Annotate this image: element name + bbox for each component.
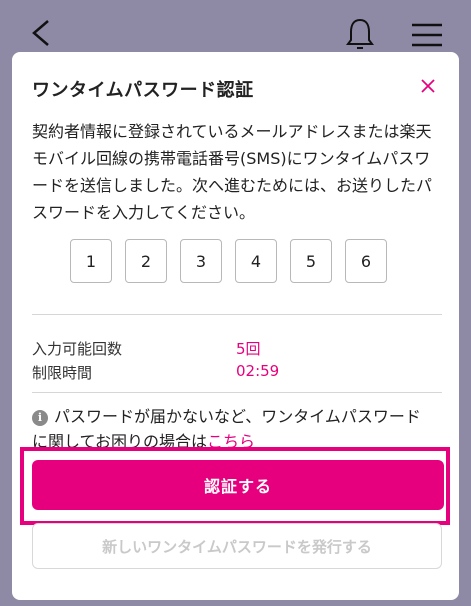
info-circle-icon: i [32,410,48,426]
otp-digit-4[interactable]: 4 [235,239,277,283]
description-line: スワードを入力してください。 [32,203,256,222]
otp-auth-modal: ワンタイムパスワード認証 契約者情報に登録されているメールアドレスまたは楽天 モ… [12,52,459,600]
close-icon[interactable] [416,74,440,98]
description-line: 契約者情報に登録されているメールアドレスまたは楽天 [32,122,432,141]
chevron-left-icon[interactable] [28,18,54,48]
notice-text: パスワードが届かないなど、ワンタイムパスワード [54,407,421,426]
hamburger-menu-icon[interactable] [410,20,444,50]
modal-title: ワンタイムパスワード認証 [32,80,254,101]
otp-digit-3[interactable]: 3 [180,239,222,283]
resend-otp-button[interactable]: 新しいワンタイムパスワードを発行する [32,523,442,569]
divider [32,314,442,315]
divider [32,392,442,393]
otp-digit-1[interactable]: 1 [70,239,112,283]
verify-button[interactable]: 認証する [32,460,444,510]
otp-digit-6[interactable]: 6 [345,239,387,283]
description: 契約者情報に登録されているメールアドレスまたは楽天 モバイル回線の携帯電話番号(… [32,118,442,226]
bell-icon[interactable] [344,16,376,52]
time-limit-value: 02:59 [236,362,280,380]
description-line: ードを送信しました。次へ進むためには、お送りしたパ [32,176,433,195]
otp-digit-2[interactable]: 2 [125,239,167,283]
time-limit-label: 制限時間 [32,364,93,382]
otp-digit-5[interactable]: 5 [290,239,332,283]
attempts-label: 入力可能回数 [32,340,123,358]
description-line: モバイル回線の携帯電話番号(SMS)にワンタイムパスワ [32,149,431,168]
otp-input-group: 1 2 3 4 5 6 [70,239,400,285]
attempts-value: 5回 [236,340,261,358]
